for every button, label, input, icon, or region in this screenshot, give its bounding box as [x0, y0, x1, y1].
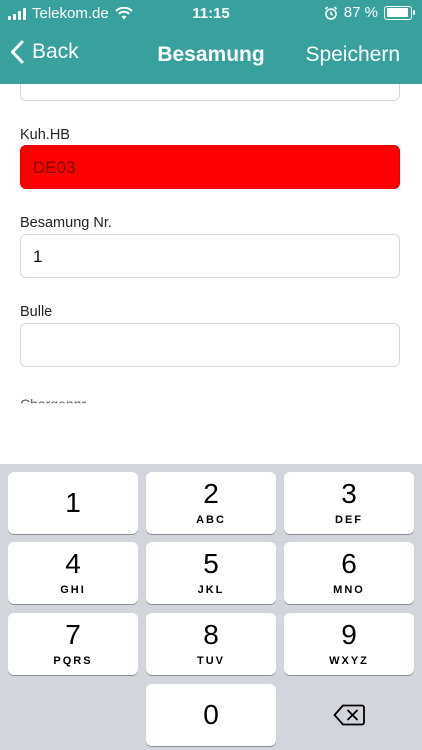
key-5-letters: JKL: [197, 584, 225, 596]
app-header: Telekom.de 11:15 87 % Back Besamung Spei…: [0, 0, 422, 84]
field-label-bulle: Bulle: [20, 304, 53, 320]
key-6-digit: 6: [341, 548, 357, 579]
previous-field-input[interactable]: [20, 84, 400, 101]
key-3[interactable]: 3 DEF: [284, 472, 414, 534]
key-6[interactable]: 6 MNO: [284, 542, 414, 604]
key-9[interactable]: 9 WXYZ: [284, 613, 414, 675]
field-label-kuh-hb: Kuh.HB: [20, 127, 70, 143]
key-5[interactable]: 5 JKL: [146, 542, 276, 604]
key-4-letters: GHI: [60, 584, 86, 596]
alarm-icon: [324, 5, 337, 20]
battery-percent: 87 %: [343, 4, 378, 21]
key-4-digit: 4: [65, 548, 81, 579]
key-8-letters: TUV: [197, 655, 225, 667]
key-7[interactable]: 7 PQRS: [8, 613, 138, 675]
key-4[interactable]: 4 GHI: [8, 542, 138, 604]
key-8[interactable]: 8 TUV: [146, 613, 276, 675]
bulle-input[interactable]: [20, 323, 400, 367]
battery-icon: [384, 5, 415, 20]
key-2-letters: ABC: [196, 514, 226, 526]
field-label-besamung-nr: Besamung Nr.: [20, 215, 112, 231]
navigation-bar: Back Besamung Speichern: [0, 30, 422, 82]
status-bar: Telekom.de 11:15 87 %: [0, 0, 422, 28]
key-3-letters: DEF: [335, 514, 363, 526]
key-1-digit: 1: [65, 487, 81, 518]
key-2[interactable]: 2 ABC: [146, 472, 276, 534]
key-6-letters: MNO: [333, 584, 365, 596]
field-label-chargennr: Chargennr.: [20, 396, 90, 412]
status-right: 87 %: [324, 4, 415, 21]
key-5-digit: 5: [203, 548, 219, 579]
save-button[interactable]: Speichern: [305, 43, 400, 67]
besamung-nr-input[interactable]: 1: [20, 234, 400, 278]
key-9-digit: 9: [341, 619, 357, 650]
key-8-digit: 8: [203, 619, 219, 650]
numeric-keypad: 1 2 ABC 3 DEF 4 GHI 5 JKL 6 MNO 7 PQRS 8…: [0, 464, 422, 750]
delete-key[interactable]: [284, 684, 414, 746]
key-9-letters: WXYZ: [329, 655, 369, 667]
form-scroll-area[interactable]: Kuh.HB DE03 Besamung Nr. 1 Bulle Chargen…: [0, 84, 422, 464]
backspace-icon: [333, 704, 365, 726]
key-2-digit: 2: [203, 478, 219, 509]
key-1[interactable]: 1: [8, 472, 138, 534]
key-7-digit: 7: [65, 619, 81, 650]
key-0[interactable]: 0: [146, 684, 276, 746]
kuh-hb-input[interactable]: DE03: [20, 145, 400, 189]
key-7-letters: PQRS: [53, 655, 93, 667]
key-3-digit: 3: [341, 478, 357, 509]
key-0-digit: 0: [203, 699, 219, 730]
